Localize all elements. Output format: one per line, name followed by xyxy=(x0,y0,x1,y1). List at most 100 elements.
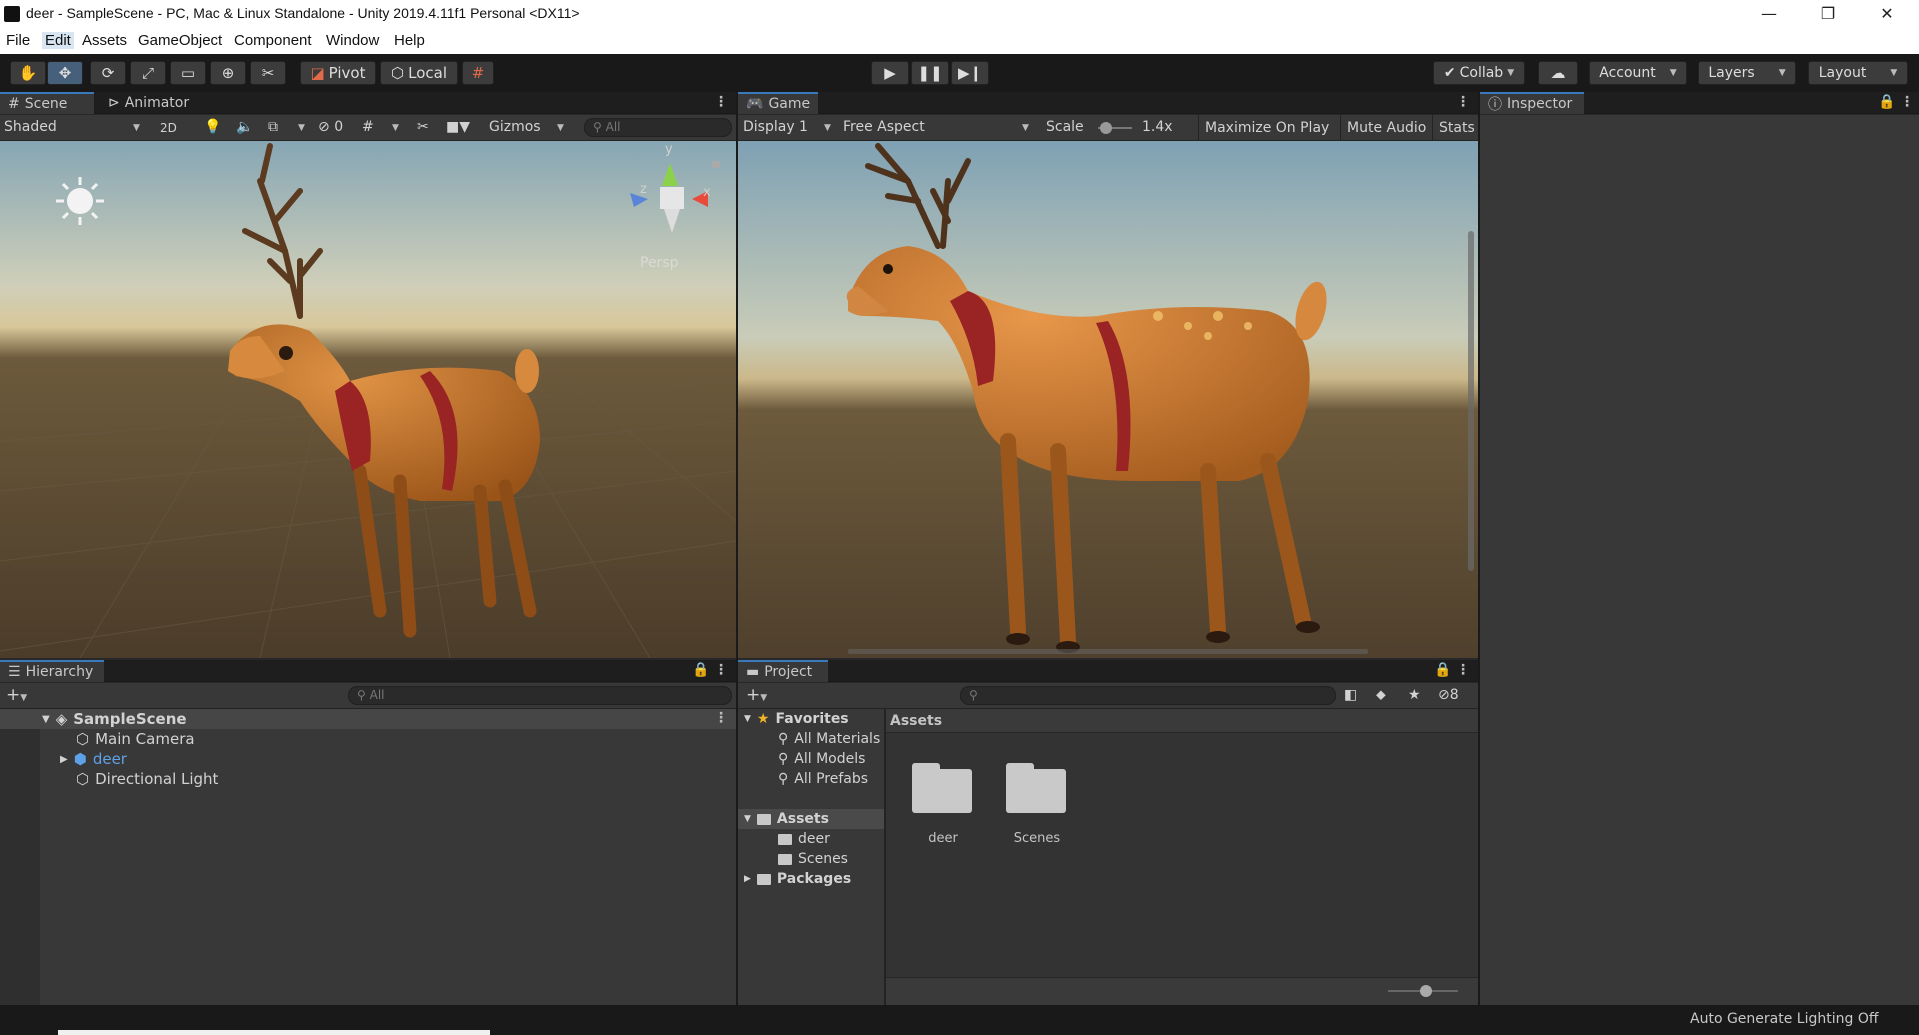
pause-button[interactable]: ❚❚ xyxy=(911,61,949,85)
tree-assets-deer[interactable]: deer xyxy=(778,829,830,849)
maximize-button[interactable]: ❐ xyxy=(1799,0,1857,28)
list-icon: ☰ xyxy=(8,664,21,680)
lighting-toggle-icon[interactable]: 💡 xyxy=(204,119,221,135)
stats-toggle[interactable]: Stats xyxy=(1432,115,1475,141)
tree-packages[interactable]: ▶ Packages xyxy=(744,869,851,889)
scene-search-input[interactable]: ⚲ All xyxy=(584,118,732,137)
gizmos-dropdown[interactable]: Gizmos xyxy=(489,119,541,135)
folder-icon xyxy=(756,873,771,885)
scale-tool-button[interactable]: ⤢ xyxy=(130,61,166,85)
tab-game[interactable]: 🎮 Game xyxy=(738,92,818,114)
step-button[interactable]: ▶❙ xyxy=(951,61,989,85)
layers-dropdown[interactable]: Layers ▼ xyxy=(1698,61,1796,85)
display-dropdown[interactable]: Display 1 xyxy=(743,119,808,135)
filter-type-icon[interactable]: ◧ xyxy=(1344,687,1357,703)
hierarchy-item-main-camera[interactable]: ⬡ Main Camera xyxy=(76,729,195,749)
hierarchy-lock-icon[interactable]: 🔒 xyxy=(692,662,709,678)
tab-hierarchy[interactable]: ☰ Hierarchy xyxy=(0,660,104,682)
hierarchy-item-directional-light[interactable]: ⬡ Directional Light xyxy=(76,769,218,789)
filter-label-icon[interactable]: ⬥ xyxy=(1376,687,1386,703)
tree-assets[interactable]: ▼ Assets xyxy=(744,809,829,829)
breadcrumb-assets[interactable]: Assets xyxy=(890,713,942,729)
minimize-button[interactable]: — xyxy=(1740,0,1798,28)
menu-file[interactable]: File xyxy=(6,32,30,49)
hierarchy-menu-icon[interactable]: ⋮ xyxy=(714,662,728,678)
pivot-toggle[interactable]: ◪ Pivot xyxy=(300,61,376,85)
aspect-dropdown[interactable]: Free Aspect xyxy=(843,119,925,135)
grid-icon: # xyxy=(8,96,20,112)
asset-folder-deer[interactable] xyxy=(912,763,974,813)
camera-dropdown-icon[interactable]: ■▼ xyxy=(446,119,470,135)
play-button[interactable]: ▶ xyxy=(871,61,909,85)
collab-dropdown[interactable]: ✔ Collab ▼ xyxy=(1433,61,1525,85)
tools-toggle-icon[interactable]: ✂ xyxy=(417,119,429,135)
transform-tool-button[interactable]: ⊕ xyxy=(210,61,246,85)
inspector-menu-icon[interactable]: ⋮ xyxy=(1900,94,1914,110)
create-plus-button[interactable]: +▼ xyxy=(6,685,27,705)
close-button[interactable]: ✕ xyxy=(1858,0,1916,28)
effects-toggle-icon[interactable]: ⧉ xyxy=(268,119,278,135)
tree-favorites[interactable]: ▼ ★ Favorites xyxy=(744,709,849,729)
grid-snap-button[interactable]: # xyxy=(462,61,494,85)
rotate-tool-button[interactable]: ⟳ xyxy=(90,61,126,85)
inspector-lock-icon[interactable]: 🔒 xyxy=(1878,94,1895,110)
project-create-button[interactable]: +▼ xyxy=(746,685,767,705)
menu-gameobject[interactable]: GameObject xyxy=(138,32,222,49)
mute-audio-toggle[interactable]: Mute Audio xyxy=(1340,115,1426,141)
menu-window[interactable]: Window xyxy=(326,32,379,49)
hidden-packages-toggle[interactable]: ⊘8 xyxy=(1438,687,1459,703)
tab-scene[interactable]: # Scene xyxy=(0,92,94,114)
item-label: Directional Light xyxy=(95,770,219,788)
project-search-input[interactable]: ⚲ xyxy=(960,686,1336,705)
tree-fav-all-materials[interactable]: ⚲ All Materials xyxy=(778,729,882,749)
scene-menu-icon[interactable]: ⋮ xyxy=(714,94,728,110)
tab-animator[interactable]: ⊳ Animator xyxy=(100,92,197,114)
scene-row-menu-icon[interactable]: ⋮ xyxy=(714,710,728,726)
grid-snap-icon: # xyxy=(471,64,485,82)
grid-toggle-icon[interactable]: # xyxy=(362,119,374,135)
custom-tool-button[interactable]: ✂ xyxy=(250,61,286,85)
scale-slider-handle[interactable] xyxy=(1100,122,1112,134)
menu-edit[interactable]: Edit xyxy=(42,32,74,49)
menu-help[interactable]: Help xyxy=(394,32,425,49)
tree-fav-all-prefabs[interactable]: ⚲ All Prefabs xyxy=(778,769,868,789)
account-dropdown[interactable]: Account ▼ xyxy=(1589,61,1687,85)
persp-label: Persp xyxy=(640,255,679,271)
scene-viewport[interactable]: y x z Persp xyxy=(0,141,736,658)
rect-tool-button[interactable]: ▭ xyxy=(170,61,206,85)
cloud-button[interactable]: ☁ xyxy=(1538,61,1578,85)
tab-inspector[interactable]: ⓘ Inspector xyxy=(1480,92,1584,114)
project-menu-icon[interactable]: ⋮ xyxy=(1456,662,1470,678)
hand-tool-button[interactable]: ✋ xyxy=(10,61,46,85)
project-lock-icon[interactable]: 🔒 xyxy=(1434,662,1451,678)
open-folder-icon xyxy=(756,813,771,825)
menu-component[interactable]: Component xyxy=(234,32,312,49)
maximize-on-play-toggle[interactable]: Maximize On Play xyxy=(1198,115,1329,141)
tree-assets-scenes[interactable]: Scenes xyxy=(778,849,848,869)
title-bar: deer - SampleScene - PC, Mac & Linux Sta… xyxy=(0,0,1919,28)
tab-project[interactable]: ▬ Project xyxy=(738,660,828,682)
game-viewport[interactable] xyxy=(738,141,1478,658)
hierarchy-scene-row[interactable]: ▼ ◈ SampleScene xyxy=(42,709,187,729)
info-icon: ⓘ xyxy=(1488,97,1502,113)
asset-folder-scenes[interactable] xyxy=(1006,763,1068,813)
tab-animator-label: Animator xyxy=(124,95,190,111)
game-menu-icon[interactable]: ⋮ xyxy=(1456,94,1470,110)
main-toolbar: ✋ ✥ ⟳ ⤢ ▭ ⊕ ✂ ◪ Pivot ⬡ Local # ▶ ❚❚ ▶❙ ✔ C… xyxy=(0,54,1919,92)
aspect-label: Free Aspect xyxy=(843,119,925,135)
move-tool-button[interactable]: ✥ xyxy=(47,61,83,85)
local-toggle[interactable]: ⬡ Local xyxy=(380,61,458,85)
vertical-splitter-right[interactable] xyxy=(1478,92,1480,1005)
favorite-star-icon[interactable]: ★ xyxy=(1408,687,1421,703)
lighting-status[interactable]: Auto Generate Lighting Off xyxy=(1690,1011,1879,1027)
hidden-objects-toggle[interactable]: ⊘ 0 xyxy=(318,119,343,135)
mode-2d-toggle[interactable]: 2D xyxy=(160,121,177,135)
hierarchy-item-deer[interactable]: ▶ ⬢ deer xyxy=(60,749,127,769)
audio-toggle-icon[interactable]: 🔈 xyxy=(236,119,253,135)
layout-dropdown[interactable]: Layout ▼ xyxy=(1808,61,1908,85)
hierarchy-search-input[interactable]: ⚲ All xyxy=(348,686,732,705)
shading-mode-dropdown[interactable]: Shaded xyxy=(4,119,57,135)
menu-assets[interactable]: Assets xyxy=(82,32,127,49)
icon-size-slider-handle[interactable] xyxy=(1420,985,1432,997)
tree-fav-all-models[interactable]: ⚲ All Models xyxy=(778,749,865,769)
